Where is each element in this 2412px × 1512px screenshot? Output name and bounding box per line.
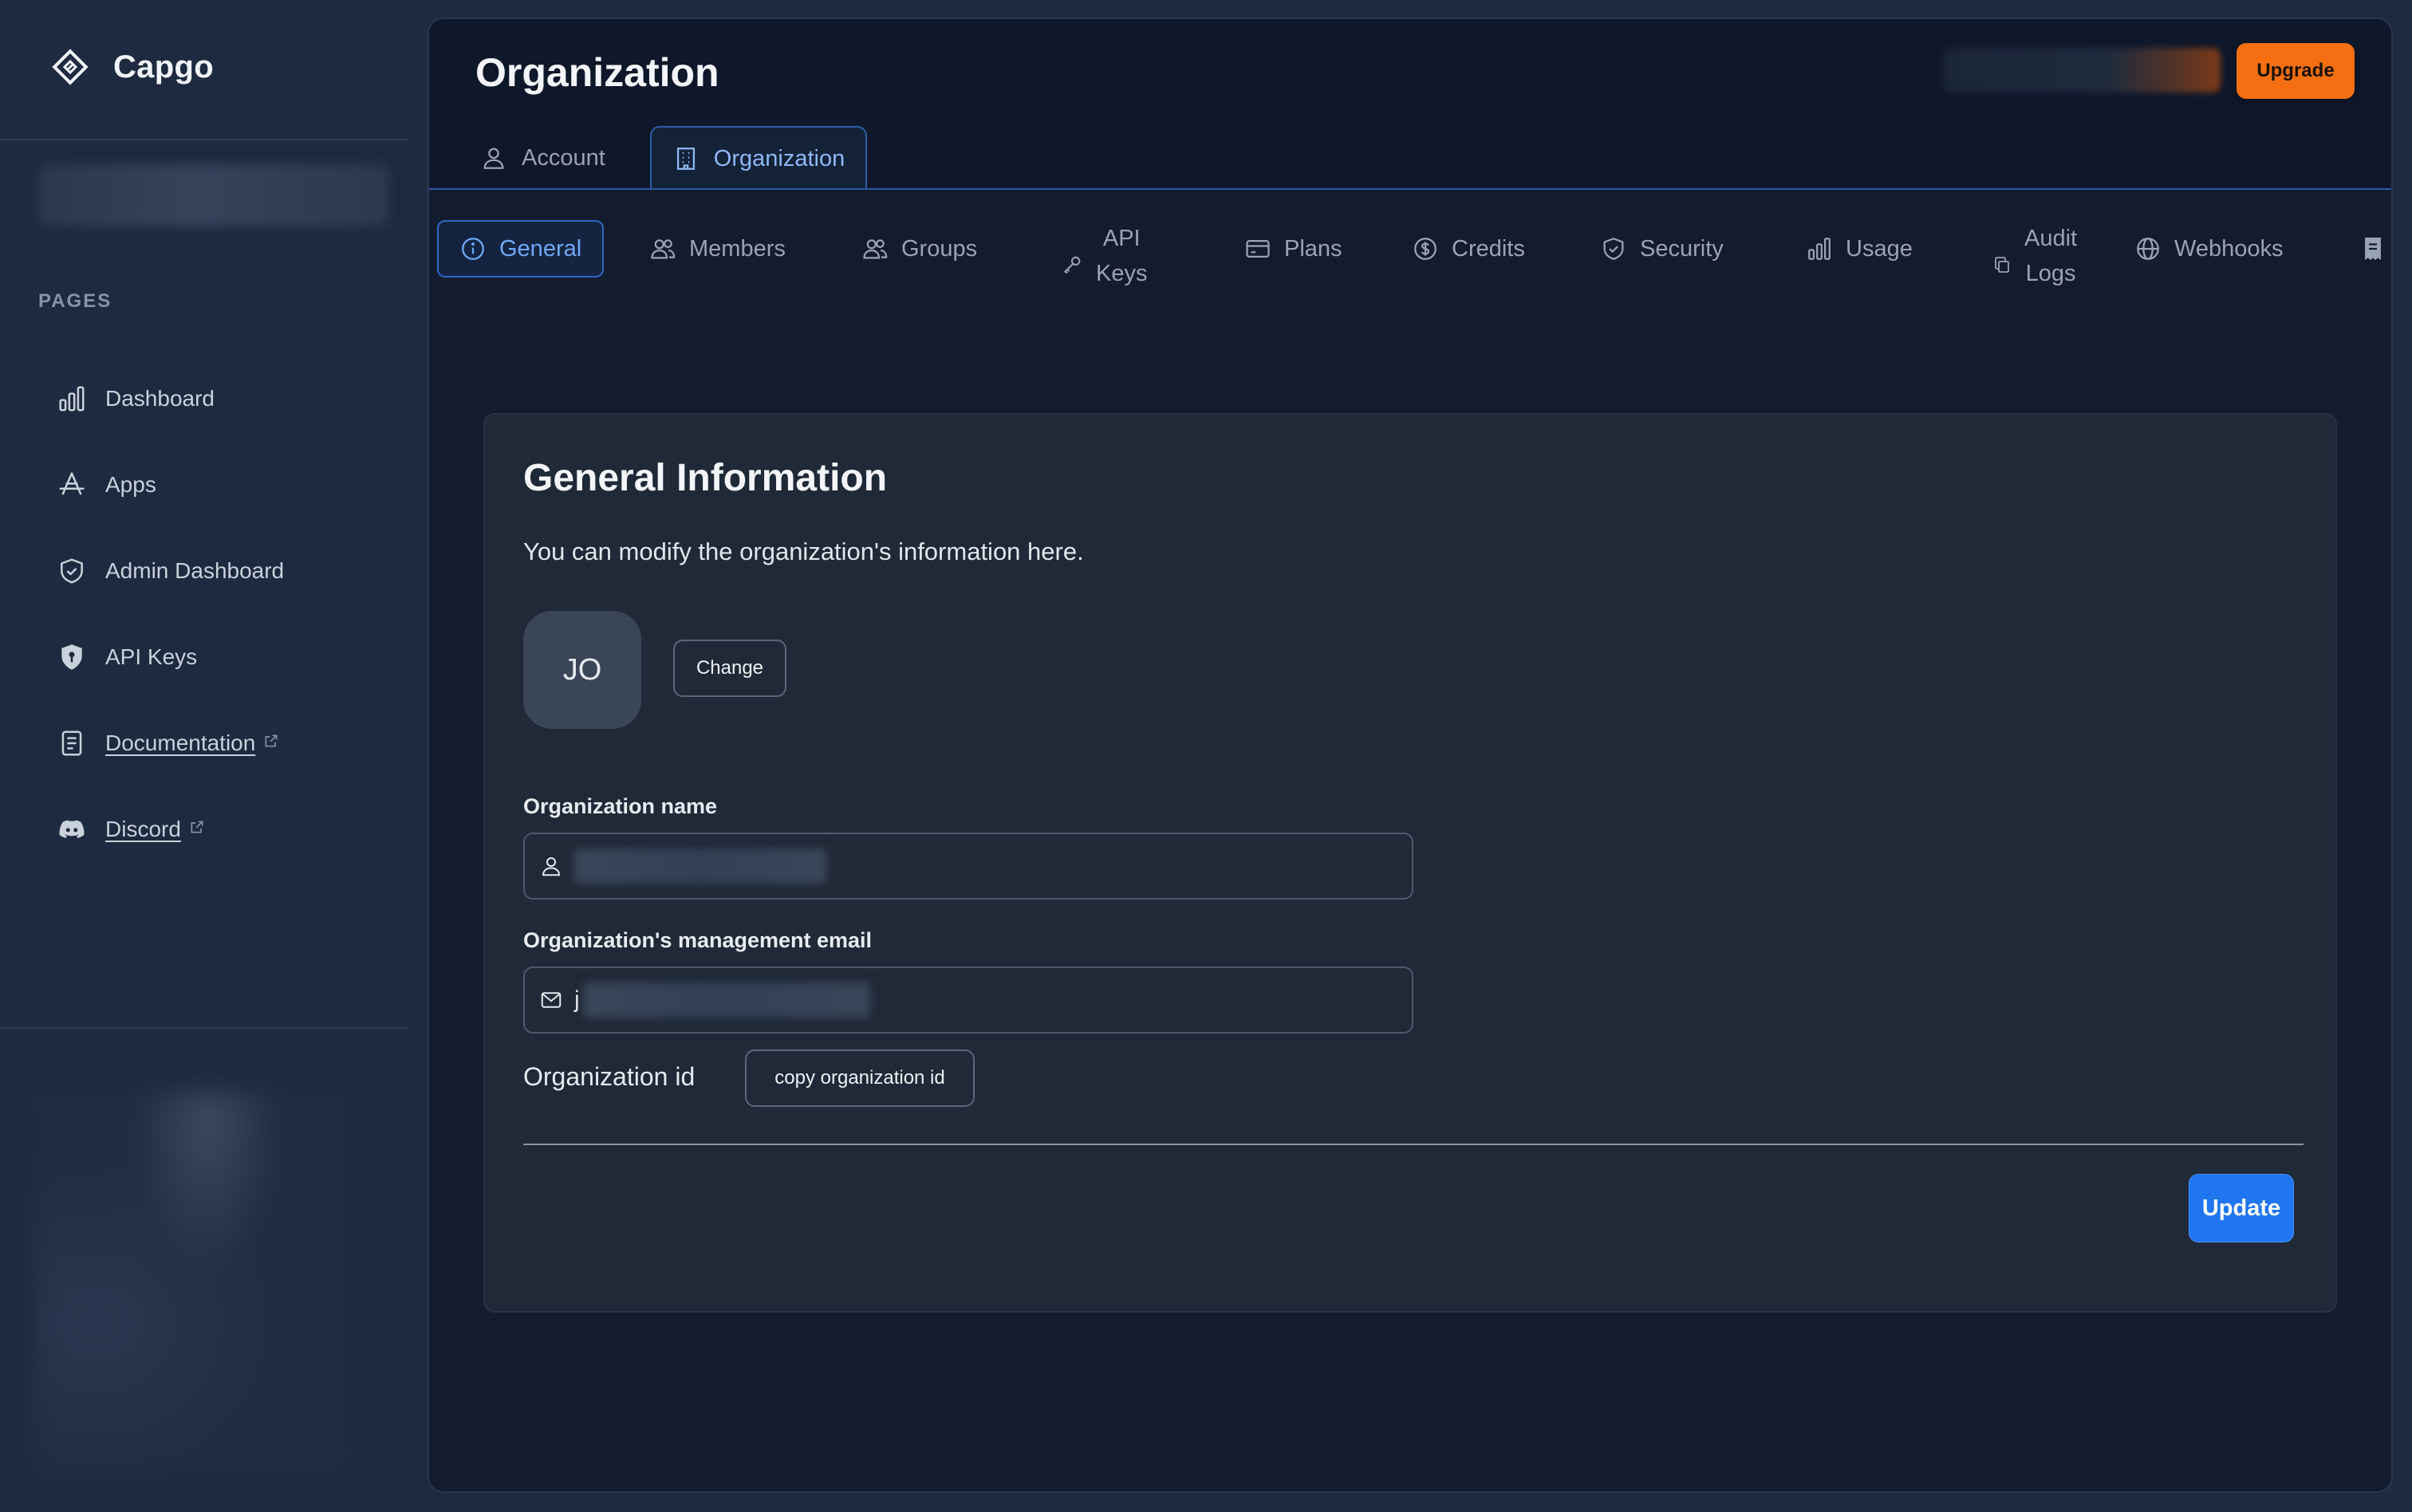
external-link-icon [265,734,278,747]
sidebar-item-label: Documentation [105,730,256,755]
organization-avatar: JO [523,611,641,729]
subtab-label: Credits [1452,235,1525,262]
brand-name: Capgo [113,49,214,85]
subtab-api-keys[interactable]: API Keys [1040,220,1168,292]
organization-selector[interactable] [38,164,389,226]
dollar-icon [1414,238,1437,260]
subtab-groups[interactable]: Groups [841,220,998,278]
sidebar-item-documentation[interactable]: Documentation [56,700,284,786]
subtab-label: Members [689,235,786,262]
document-icon [56,727,88,759]
org-name-value-redacted [574,849,826,884]
key-icon [1063,256,1081,274]
subtab-label: Plans [1284,235,1342,262]
email-label: Organization's management email [523,928,873,952]
copy-organization-id-button[interactable]: copy organization id [745,1049,975,1107]
users-icon [863,239,888,259]
subtab-label: Logs [2025,261,2076,286]
users-icon [651,239,676,259]
discord-icon [56,813,88,845]
org-name-field[interactable] [523,833,1413,900]
subtab-label: Security [1640,235,1724,262]
pages-section-label: PAGES [38,290,112,312]
tab-label: Organization [713,145,845,171]
building-icon [676,148,695,170]
sidebar-item-admin-dashboard[interactable]: Admin Dashboard [56,528,284,614]
subtab-label-group: API Keys [1096,221,1147,291]
capgo-logo-icon [52,49,89,85]
subtab-more[interactable] [2348,220,2391,278]
user-icon [483,148,504,169]
page-title: Organization [475,50,719,95]
subtab-credits[interactable]: Credits [1391,220,1546,278]
subtab-security[interactable]: Security [1579,220,1744,278]
top-tabs: Account Organization [459,126,868,190]
brand[interactable]: Capgo [48,45,214,89]
subtab-label: Audit [2024,226,2078,251]
subtab-webhooks[interactable]: Webhooks [2114,220,2304,278]
sidebar-item-discord[interactable]: Discord [56,786,284,872]
email-field[interactable]: j [523,967,1413,1034]
sidebar: Capgo PAGES Dashboard Apps Admin Dashboa… [0,0,408,1512]
subtab-label: API [1102,226,1141,251]
sidebar-item-apps[interactable]: Apps [56,442,284,528]
sidebar-item-api-keys[interactable]: API Keys [56,614,284,700]
copy-icon [1995,257,2009,273]
card-divider [523,1144,2304,1145]
card-title: General Information [523,457,888,499]
sidebar-divider [0,139,408,140]
tab-organization[interactable]: Organization [649,126,868,190]
subtab-label: Webhooks [2174,235,2284,262]
sidebar-item-label: API Keys [105,644,198,669]
sidebar-item-label: Admin Dashboard [105,558,285,583]
shield-check-icon [56,555,88,587]
subtab-general[interactable]: General [437,220,605,278]
header-user-info [1943,48,2221,93]
change-avatar-button[interactable]: Change [673,640,786,697]
email-value-redacted [582,982,870,1018]
organization-sub-tabs: General Members Groups API Keys Plans Cr… [437,204,2391,308]
subtab-label-group: Audit Logs [2024,221,2077,291]
org-name-label: Organization name [523,794,718,818]
subtab-audit-logs[interactable]: Audit Logs [1972,220,2098,292]
credit-card-icon [1246,239,1270,258]
user-icon [542,857,561,876]
subtab-members[interactable]: Members [629,220,806,278]
general-information-card: General Information You can modify the o… [483,413,2337,1313]
globe-icon [2137,238,2159,260]
tab-label: Account [522,144,605,171]
shield-icon [1603,238,1624,260]
subtab-label: Groups [901,235,978,262]
sidebar-nav: Dashboard Apps Admin Dashboard API Keys … [56,356,284,872]
app-store-icon [56,469,88,501]
sidebar-item-label: Discord [105,817,181,841]
mail-icon [541,992,562,1008]
info-icon [462,238,484,260]
upgrade-button[interactable]: Upgrade [2237,43,2355,99]
bar-chart-icon [1808,238,1831,260]
email-value: j [574,986,580,1013]
sidebar-item-dashboard[interactable]: Dashboard [56,356,284,442]
avatar-initials: JO [562,652,602,687]
receipt-icon [2365,237,2381,261]
org-id-label: Organization id [523,1062,696,1091]
card-description: You can modify the organization's inform… [523,537,1084,565]
sidebar-divider [0,1027,408,1029]
tabs-underline [429,188,2391,190]
sidebar-item-label: Dashboard [105,386,215,411]
sidebar-item-label: Apps [105,472,156,497]
bar-chart-icon [56,383,88,415]
shield-key-icon [56,641,88,673]
main-panel: Organization Upgrade Account Organizatio… [428,18,2393,1493]
subtab-label: General [499,235,582,262]
subtab-label: Usage [1846,235,1913,262]
tab-account[interactable]: Account [459,126,626,190]
user-profile-area[interactable] [32,1093,351,1475]
external-link-icon [191,821,203,833]
subtab-plans[interactable]: Plans [1224,220,1363,278]
subtab-label: Keys [1096,261,1148,286]
subtab-usage[interactable]: Usage [1785,220,1933,278]
update-button[interactable]: Update [2189,1174,2294,1242]
